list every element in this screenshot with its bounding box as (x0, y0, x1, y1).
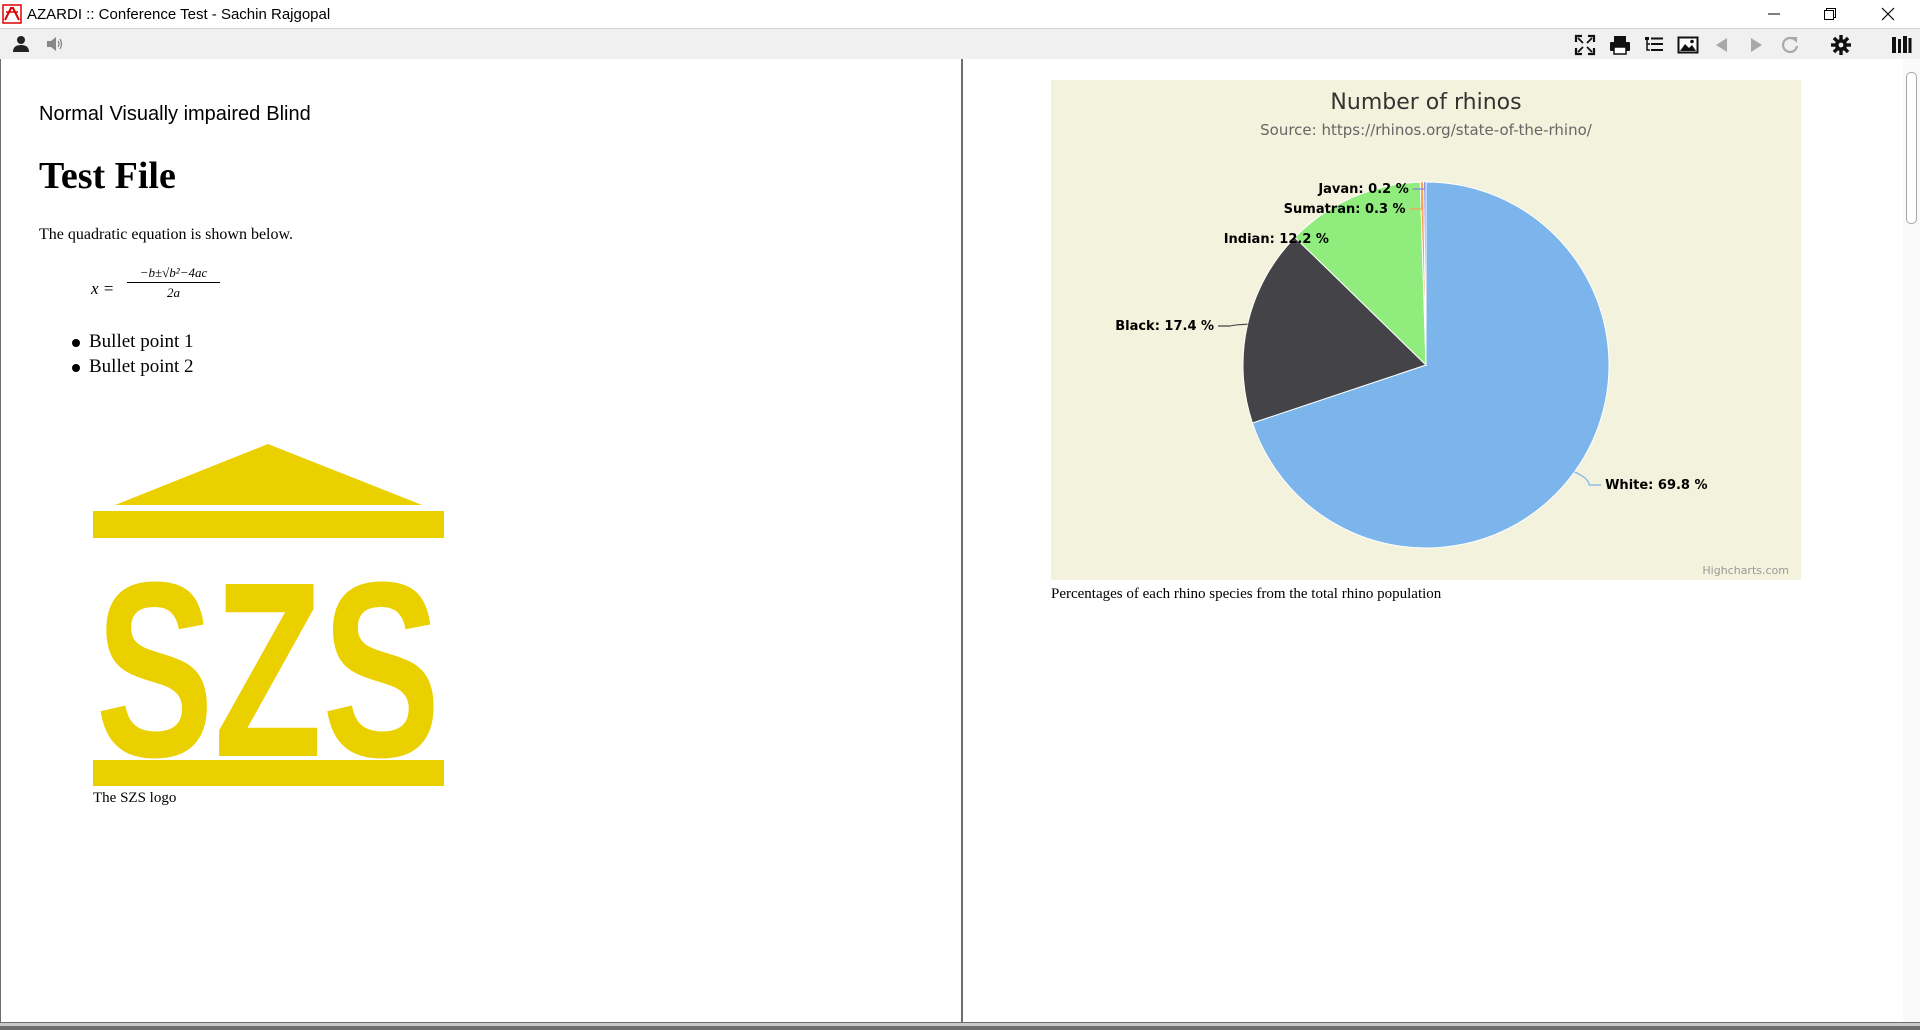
right-page: Number of rhinos Source: https://rhinos.… (963, 59, 1903, 1022)
toolbar (0, 29, 1920, 59)
page-title: Test File (39, 155, 176, 197)
minimize-button[interactable] (1746, 0, 1802, 29)
mode-visually-impaired-link[interactable]: Visually impaired (109, 103, 260, 125)
print-button[interactable] (1606, 32, 1632, 56)
formula-fraction: −b±√b²−4ac 2a (127, 265, 220, 301)
logo-caption: The SZS logo (93, 790, 177, 806)
chart-title: Number of rhinos (1330, 90, 1521, 115)
print-icon (1610, 36, 1630, 55)
mode-blind-link[interactable]: Blind (266, 103, 310, 125)
user-button[interactable] (8, 32, 34, 56)
settings-gear-icon (1831, 35, 1851, 55)
pie-label-sumatran: Sumatran: 0.3 % (1284, 202, 1406, 217)
reader-content: Normal Visually impaired Blind Test File T… (0, 59, 1920, 1022)
formula-denominator: 2a (167, 285, 180, 300)
back-arrow-icon (1716, 38, 1727, 52)
chart-credits[interactable]: Highcharts.com (1702, 564, 1789, 577)
pie-label-javan: Javan: 0.2 % (1317, 182, 1408, 197)
window-title: AZARDI :: Conference Test - Sachin Rajgo… (27, 6, 331, 23)
library-button[interactable] (1888, 32, 1914, 56)
mode-normal-link[interactable]: Normal (39, 103, 103, 125)
scrollbar-thumb[interactable] (1906, 72, 1917, 224)
fullscreen-button[interactable] (1571, 32, 1597, 56)
rhino-pie-chart: Number of rhinos Source: https://rhinos.… (1051, 80, 1801, 580)
user-icon (13, 36, 29, 52)
formula-numerator: −b±√b²−4ac (127, 265, 220, 283)
chart-subtitle: Source: https://rhinos.org/state-of-the-… (1260, 121, 1593, 139)
back-button[interactable] (1708, 32, 1734, 56)
close-icon (1881, 7, 1895, 21)
vertical-scrollbar[interactable] (1903, 59, 1920, 1022)
azardi-logo-icon (2, 4, 22, 24)
fullscreen-icon (1574, 34, 1596, 56)
image-button[interactable] (1674, 32, 1700, 56)
pie-label-black: Black: 17.4 % (1115, 319, 1214, 334)
refresh-icon (1782, 36, 1799, 53)
library-icon (1892, 36, 1912, 53)
intro-text: The quadratic equation is shown below. (39, 226, 294, 243)
bullet-list: Bullet point 1 Bullet point 2 (67, 329, 194, 379)
forward-arrow-icon (1751, 38, 1762, 52)
bottom-border-inner (0, 1023, 1920, 1026)
left-page: Normal Visually impaired Blind Test File T… (1, 59, 961, 1022)
chart-caption: Percentages of each rhino species from t… (1051, 586, 1442, 602)
restore-icon (1824, 8, 1836, 20)
speaker-icon (47, 37, 63, 51)
list-item: Bullet point 2 (67, 354, 194, 379)
restore-button[interactable] (1802, 0, 1858, 29)
toc-button[interactable] (1640, 32, 1666, 56)
accessibility-modes: Normal Visually impaired Blind (39, 103, 317, 126)
settings-button[interactable] (1827, 32, 1853, 56)
close-button[interactable] (1860, 0, 1916, 29)
title-bar: AZARDI :: Conference Test - Sachin Rajgo… (0, 0, 1920, 29)
forward-button[interactable] (1742, 32, 1768, 56)
image-icon (1677, 36, 1699, 54)
toc-icon (1645, 37, 1663, 51)
speaker-button[interactable] (42, 32, 68, 56)
pie-label-white: White: 69.8 % (1605, 478, 1707, 493)
refresh-button[interactable] (1776, 32, 1802, 56)
logo-lettering: SZS (96, 530, 441, 786)
szs-logo-image: SZS (93, 444, 444, 786)
pie-label-indian: Indian: 12.2 % (1224, 232, 1329, 247)
formula-lhs: x = (91, 279, 115, 298)
list-item: Bullet point 1 (67, 329, 194, 354)
minimize-icon (1768, 13, 1780, 15)
